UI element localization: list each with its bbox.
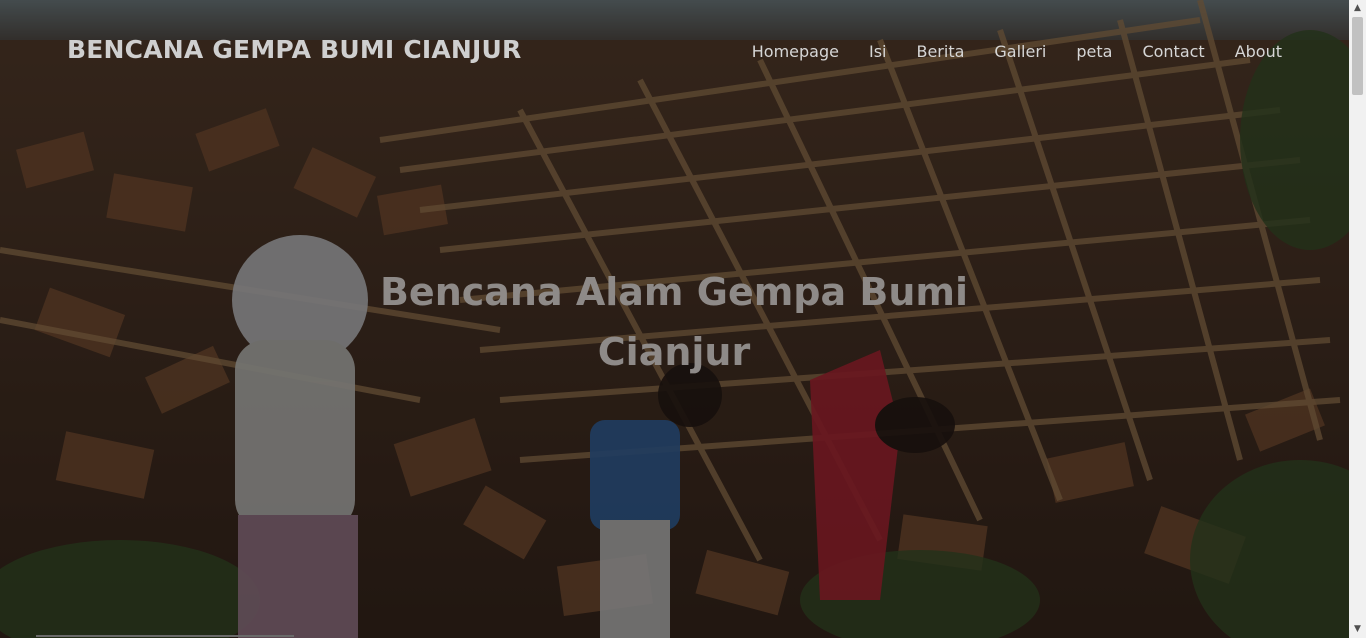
nav-link-about[interactable]: About [1235,42,1282,61]
nav-link-peta[interactable]: peta [1076,42,1112,61]
triangle-up-icon[interactable]: ▲ [1349,0,1366,17]
hero-title-line-2: Cianjur [597,330,751,374]
navbar: BENCANA GEMPA BUMI CIANJUR Homepage Isi … [0,0,1349,105]
nav-link-galleri[interactable]: Galleri [994,42,1046,61]
triangle-down-icon[interactable]: ▼ [1349,621,1366,638]
site-brand[interactable]: BENCANA GEMPA BUMI CIANJUR [67,35,522,64]
nav-menu: Homepage Isi Berita Galleri peta Contact… [722,42,1282,61]
section-divider [36,635,294,637]
nav-link-isi[interactable]: Isi [869,42,887,61]
nav-link-berita[interactable]: Berita [916,42,964,61]
nav-link-contact[interactable]: Contact [1142,42,1204,61]
hero-title-line-1: Bencana Alam Gempa Bumi [379,270,969,314]
page-scrollbar[interactable]: ▲ ▼ [1349,0,1366,638]
hero-title: Bencana Alam Gempa Bumi Cianjur [330,262,1018,382]
page: BENCANA GEMPA BUMI CIANJUR Homepage Isi … [0,0,1366,638]
scrollbar-thumb[interactable] [1352,17,1363,95]
nav-link-homepage[interactable]: Homepage [752,42,839,61]
